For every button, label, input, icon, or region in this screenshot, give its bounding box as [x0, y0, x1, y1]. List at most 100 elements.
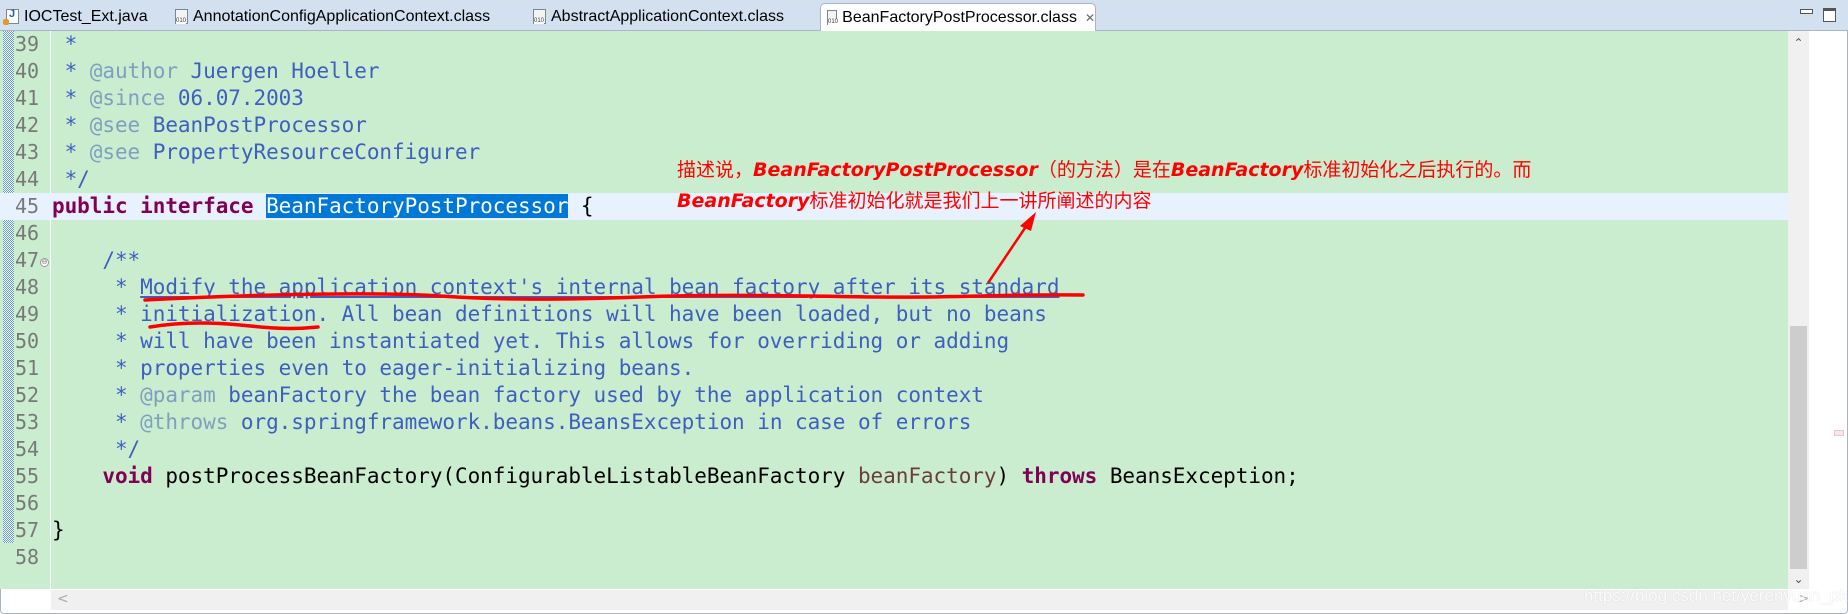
- annotation-emphasis: BeanFactory: [1170, 159, 1304, 181]
- comment-text: 06.07.2003: [165, 86, 304, 110]
- code-text: void postProcessBeanFactory(Configurable…: [52, 463, 1299, 490]
- class-file-icon: [175, 9, 188, 24]
- tab-bean-factory-post-processor[interactable]: BeanFactoryPostProcessor.class ✕: [820, 3, 1096, 31]
- exception-type: BeansException;: [1097, 464, 1299, 488]
- vertical-scroll-thumb[interactable]: [1790, 326, 1807, 569]
- code-punct: {: [568, 194, 594, 218]
- annotation-emphasis: BeanFactoryPostProcessor: [753, 159, 1038, 181]
- comment-text: Juergen Hoeller: [177, 59, 380, 83]
- code-text: * @see BeanPostProcessor: [52, 112, 367, 139]
- line-number: 53: [15, 410, 40, 434]
- line-number: 45: [15, 194, 40, 218]
- keyword: public: [52, 194, 128, 218]
- comment-star: *: [52, 140, 90, 164]
- code-punct: ): [996, 464, 1022, 488]
- line-number: 40: [15, 59, 40, 83]
- line-number: 51: [15, 356, 40, 380]
- code-line: 52 * @param beanFactory the bean factory…: [0, 382, 1788, 409]
- scroll-up-icon[interactable]: ⌃: [1790, 36, 1807, 50]
- class-file-icon: [827, 10, 839, 25]
- code-line: 56: [0, 490, 1788, 517]
- javadoc-tag: @see: [89, 113, 141, 137]
- close-tab-icon[interactable]: ✕: [1085, 11, 1095, 25]
- code-text: }: [52, 518, 65, 542]
- line-number: 44: [15, 167, 40, 191]
- javadoc-tag: @see: [89, 140, 141, 164]
- keyword: interface: [140, 194, 254, 218]
- code-line: 41 * @since 06.07.2003: [0, 85, 1788, 112]
- code-text: * @since 06.07.2003: [52, 85, 304, 112]
- horizontal-scrollbar[interactable]: [51, 590, 1788, 610]
- code-line: 58: [0, 544, 1788, 571]
- comment-text: PropertyResourceConfigurer: [140, 140, 481, 164]
- annotation-text: 标准初始化之后执行的。而: [1303, 159, 1532, 181]
- javadoc-hyperlink[interactable]: Modify the application context's interna…: [140, 275, 1059, 299]
- keyword: void: [102, 464, 153, 488]
- code-line: 48 * Modify the application context's in…: [0, 274, 1788, 301]
- line-number: 57: [15, 518, 40, 542]
- tab-abstract-application-context[interactable]: AbstractApplicationContext.class: [533, 3, 784, 30]
- tab-ioctest-ext[interactable]: IOCTest_Ext.java: [3, 3, 148, 30]
- code-text: * properties even to eager-initializing …: [52, 356, 695, 380]
- comment-text: beanFactory the bean factory used by the…: [215, 383, 984, 407]
- code-text: *: [52, 32, 78, 56]
- editor-tab-bar: IOCTest_Ext.java AnnotationConfigApplica…: [0, 0, 1848, 31]
- code-line: 47 ⊖ /**: [0, 247, 1788, 274]
- annotation-text: 标准初始化就是我们上一讲所阐述的内容: [809, 190, 1152, 212]
- code-line: 53 * @throws org.springframework.beans.B…: [0, 409, 1788, 436]
- tab-label: AbstractApplicationContext.class: [551, 7, 784, 25]
- selected-interface-name[interactable]: BeanFactoryPostProcessor: [266, 194, 568, 218]
- keyword: throws: [1021, 464, 1098, 488]
- comment-star: *: [52, 383, 141, 407]
- line-number: 58: [15, 545, 40, 569]
- code-line: 50 * will have been instantiated yet. Th…: [0, 328, 1788, 355]
- line-number: 48: [15, 275, 40, 299]
- code-line: 42 * @see BeanPostProcessor: [0, 112, 1788, 139]
- line-number: 42: [15, 113, 40, 137]
- code-line: 46: [0, 220, 1788, 247]
- annotation-emphasis: BeanFactory: [677, 190, 810, 212]
- line-number: 49: [15, 302, 40, 326]
- scroll-down-icon[interactable]: ⌄: [1790, 572, 1807, 586]
- code-text: public interface BeanFactoryPostProcesso…: [52, 193, 594, 220]
- line-number: 55: [15, 464, 40, 488]
- maximize-icon[interactable]: [1823, 8, 1836, 22]
- javadoc-tag: @throws: [140, 410, 229, 434]
- parameter-name: beanFactory: [857, 464, 997, 488]
- javadoc-tag: @since: [89, 86, 166, 110]
- annotation-line-2: BeanFactory标准初始化就是我们上一讲所阐述的内容: [677, 186, 1152, 213]
- fold-toggle-icon[interactable]: ⊖: [40, 258, 49, 267]
- code-line: 39 *: [0, 31, 1788, 58]
- comment-star: *: [52, 86, 90, 110]
- comment-star: *: [52, 410, 141, 434]
- line-number: 46: [15, 221, 40, 245]
- code-text: */: [52, 167, 90, 191]
- line-number: 39: [15, 32, 40, 56]
- line-number: 54: [15, 437, 40, 461]
- code-text: * @throws org.springframework.beans.Bean…: [52, 409, 971, 436]
- line-number: 56: [15, 491, 40, 515]
- code-line: 54 */: [0, 436, 1788, 463]
- annotation-line-1: 描述说，BeanFactoryPostProcessor（的方法）是在BeanF…: [677, 155, 1531, 182]
- line-number: 52: [15, 383, 40, 407]
- code-line: 57 }: [0, 517, 1788, 544]
- code-text: /**: [52, 248, 141, 272]
- code-text: * @author Juergen Hoeller: [52, 58, 380, 85]
- line-number: 50: [15, 329, 40, 353]
- comment-star: *: [52, 113, 90, 137]
- code-text: */: [52, 437, 141, 461]
- overview-ruler-marker[interactable]: [1834, 430, 1844, 436]
- java-file-icon: [3, 8, 19, 25]
- code-editor[interactable]: 39 * 40 * @author Juergen Hoeller 41 * @…: [0, 31, 1788, 589]
- minimize-icon[interactable]: [1800, 9, 1813, 14]
- tab-annotation-config-application-context[interactable]: AnnotationConfigApplicationContext.class: [175, 3, 490, 30]
- code-text: * @see PropertyResourceConfigurer: [52, 139, 481, 166]
- code-text: * will have been instantiated yet. This …: [52, 329, 1010, 353]
- annotation-text: （的方法）是在: [1037, 159, 1171, 181]
- code-text: * initialization. All bean definitions w…: [52, 302, 1047, 326]
- code-text: * Modify the application context's inter…: [52, 274, 1060, 301]
- scroll-left-icon[interactable]: <: [57, 591, 69, 607]
- line-number: 43: [15, 140, 40, 164]
- tab-label: AnnotationConfigApplicationContext.class: [193, 7, 491, 25]
